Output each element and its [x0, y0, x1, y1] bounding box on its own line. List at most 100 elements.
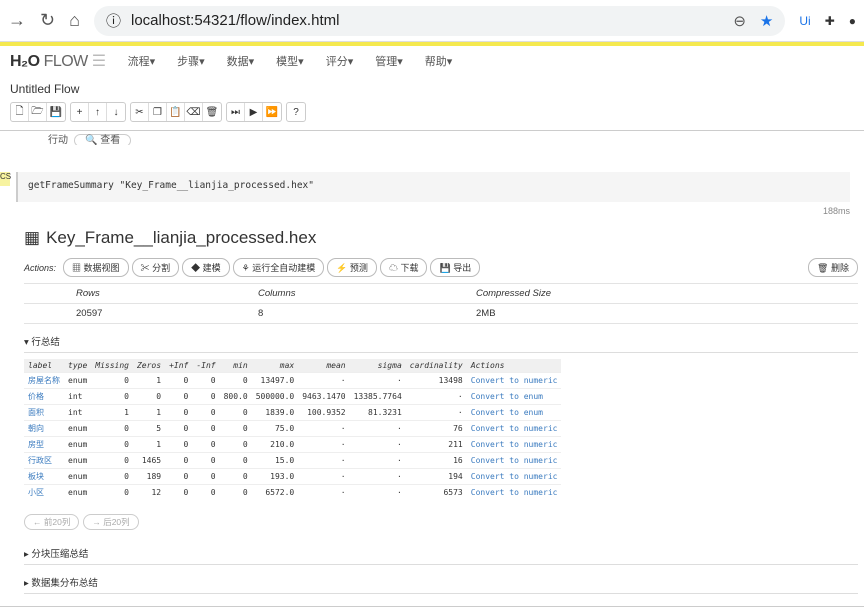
- cell-value: 5: [132, 420, 166, 437]
- frame-stats: Rows Columns Compressed Size 20597 8 2MB: [24, 283, 858, 324]
- cut-icon[interactable]: ✂: [131, 103, 149, 121]
- star-icon[interactable]: ★: [760, 12, 773, 30]
- prev-columns-button[interactable]: ← 前20列: [24, 514, 80, 530]
- code-cell[interactable]: getFrameSummary "Key_Frame__lianjia_proc…: [16, 172, 850, 202]
- column-label-link[interactable]: 面积: [24, 404, 64, 421]
- section-distribution-summary[interactable]: ▸ 数据集分布总结: [24, 571, 858, 594]
- copy-icon[interactable]: ❐: [149, 103, 167, 121]
- split-button[interactable]: ✂ 分割: [131, 258, 180, 277]
- delete-button[interactable]: 🗑 删除: [808, 258, 858, 277]
- size-header: Compressed Size: [476, 288, 551, 299]
- frame-summary: ▦ Key_Frame__lianjia_processed.hex Action…: [24, 228, 858, 594]
- export-button[interactable]: 💾 导出: [430, 258, 481, 277]
- puzzle-icon[interactable]: ✚: [825, 14, 835, 28]
- column-label-link[interactable]: 小区: [24, 484, 64, 500]
- menu-bar: H₂O FLOW ☰ 流程▾ 步骤▾ 数据▾ 模型▾ 评分▾ 管理▾ 帮助▾: [0, 46, 864, 76]
- table-row: 板块 enum 0 189 0 0 0 193.0 · · 194 Convert to numeri…: [24, 468, 562, 485]
- convert-link[interactable]: Convert to numeric: [466, 452, 562, 469]
- menu-score[interactable]: 评分▾: [326, 53, 354, 69]
- cell-value: ·: [349, 484, 406, 500]
- step-icon[interactable]: ⏭: [227, 103, 245, 121]
- predict-button[interactable]: ⚡ 预测: [327, 258, 377, 277]
- trash-icon[interactable]: 🗑: [203, 103, 221, 121]
- cell-value: ·: [349, 452, 406, 469]
- run-icon[interactable]: ▶: [245, 103, 263, 121]
- column-header: sigma: [349, 359, 406, 373]
- convert-link[interactable]: Convert to enum: [466, 404, 562, 421]
- convert-link[interactable]: Convert to numeric: [466, 436, 562, 453]
- convert-link[interactable]: Convert to enum: [466, 388, 562, 405]
- menu-flow[interactable]: 流程▾: [128, 53, 156, 69]
- column-label-link[interactable]: 板块: [24, 468, 64, 485]
- cell-value: 0: [192, 388, 220, 405]
- cell-marker: CS: [0, 172, 11, 186]
- automl-button[interactable]: ⚘ 运行全自动建模: [232, 258, 325, 277]
- column-summary-table: label type Missing Zeros +Inf -Inf min max mean s…: [24, 359, 562, 500]
- cell-value: 0: [165, 436, 193, 453]
- help-icon[interactable]: ?: [287, 103, 305, 121]
- flow-title[interactable]: Untitled Flow: [0, 76, 864, 102]
- convert-link[interactable]: Convert to numeric: [466, 372, 562, 389]
- menu-data[interactable]: 数据▾: [227, 53, 255, 69]
- column-label-link[interactable]: 朝向: [24, 420, 64, 437]
- flow-toolbar: 🗋 🗁 💾 + ↑ ↓ ✂ ❐ 📋 ⌫ 🗑 ⏭ ▶ ⏩ ?: [0, 102, 864, 122]
- zoom-icon[interactable]: ⊖: [733, 12, 746, 30]
- table-row: 小区 enum 0 12 0 0 0 6572.0 · · 6573 Convert to numer…: [24, 484, 562, 500]
- column-label-link[interactable]: 房屋名称: [24, 372, 64, 389]
- save-icon[interactable]: 💾: [47, 103, 65, 121]
- run-all-icon[interactable]: ⏩: [263, 103, 281, 121]
- move-up-icon[interactable]: ↑: [89, 103, 107, 121]
- next-columns-button[interactable]: → 后20列: [83, 514, 139, 530]
- section-chunk-summary[interactable]: ▸ 分块压缩总结: [24, 542, 858, 565]
- view-data-button[interactable]: ▦ 数据视图: [63, 258, 129, 277]
- menu-cell[interactable]: 步骤▾: [177, 53, 205, 69]
- cell-value: 0: [192, 468, 220, 485]
- logo: H₂O FLOW ☰: [10, 53, 106, 70]
- profile-icon[interactable]: ●: [849, 14, 856, 28]
- cell-value: enum: [64, 436, 92, 453]
- move-down-icon[interactable]: ↓: [107, 103, 125, 121]
- cell-value: 0: [91, 452, 133, 469]
- reload-icon[interactable]: ↻: [40, 10, 55, 31]
- cell-value: 15.0: [251, 452, 299, 469]
- table-icon: ▦: [24, 228, 41, 247]
- paste-icon[interactable]: 📋: [167, 103, 185, 121]
- cell-value: 0: [165, 372, 193, 389]
- section-column-summary[interactable]: ▾ 行总结: [24, 330, 858, 353]
- cell-value: ·: [298, 436, 350, 453]
- convert-link[interactable]: Convert to numeric: [466, 468, 562, 485]
- open-icon[interactable]: 🗁: [29, 103, 47, 121]
- column-header: -Inf: [192, 359, 220, 373]
- cell-value: 1: [132, 404, 166, 421]
- menu-admin[interactable]: 管理▾: [375, 53, 403, 69]
- cell-value: ·: [298, 420, 350, 437]
- column-label-link[interactable]: 行政区: [24, 452, 64, 469]
- build-model-button[interactable]: ◆ 建模: [182, 258, 230, 277]
- eraser-icon[interactable]: ⌫: [185, 103, 203, 121]
- cell-value: 1: [91, 404, 133, 421]
- forward-icon[interactable]: →: [8, 10, 26, 31]
- column-label-link[interactable]: 房型: [24, 436, 64, 453]
- new-icon[interactable]: 🗋: [11, 103, 29, 121]
- convert-link[interactable]: Convert to numeric: [466, 420, 562, 437]
- browser-toolbar: → ↻ ⌂ ⓘ localhost:54321/flow/index.html …: [0, 0, 864, 42]
- view-button[interactable]: 🔍 查看: [74, 134, 132, 145]
- cell-value: 13498: [405, 372, 467, 389]
- address-bar[interactable]: ⓘ localhost:54321/flow/index.html ⊖ ★: [93, 5, 786, 36]
- extension-icon[interactable]: Ui: [799, 14, 810, 28]
- cell-value: 81.3231: [349, 404, 406, 421]
- columns-header: Columns: [258, 288, 296, 299]
- cell-value: 0: [219, 484, 252, 500]
- menu-model[interactable]: 模型▾: [276, 53, 304, 69]
- column-header: cardinality: [405, 359, 467, 373]
- add-icon[interactable]: +: [71, 103, 89, 121]
- download-button[interactable]: ☁ 下载: [379, 258, 428, 277]
- menu-help[interactable]: 帮助▾: [425, 53, 453, 69]
- rows-header: Rows: [76, 288, 100, 299]
- cell-value: 0: [165, 388, 193, 405]
- cell-value: ·: [298, 452, 350, 469]
- cell-value: int: [64, 388, 92, 405]
- column-label-link[interactable]: 价格: [24, 388, 64, 405]
- convert-link[interactable]: Convert to numeric: [466, 484, 562, 500]
- home-icon[interactable]: ⌂: [69, 10, 80, 31]
